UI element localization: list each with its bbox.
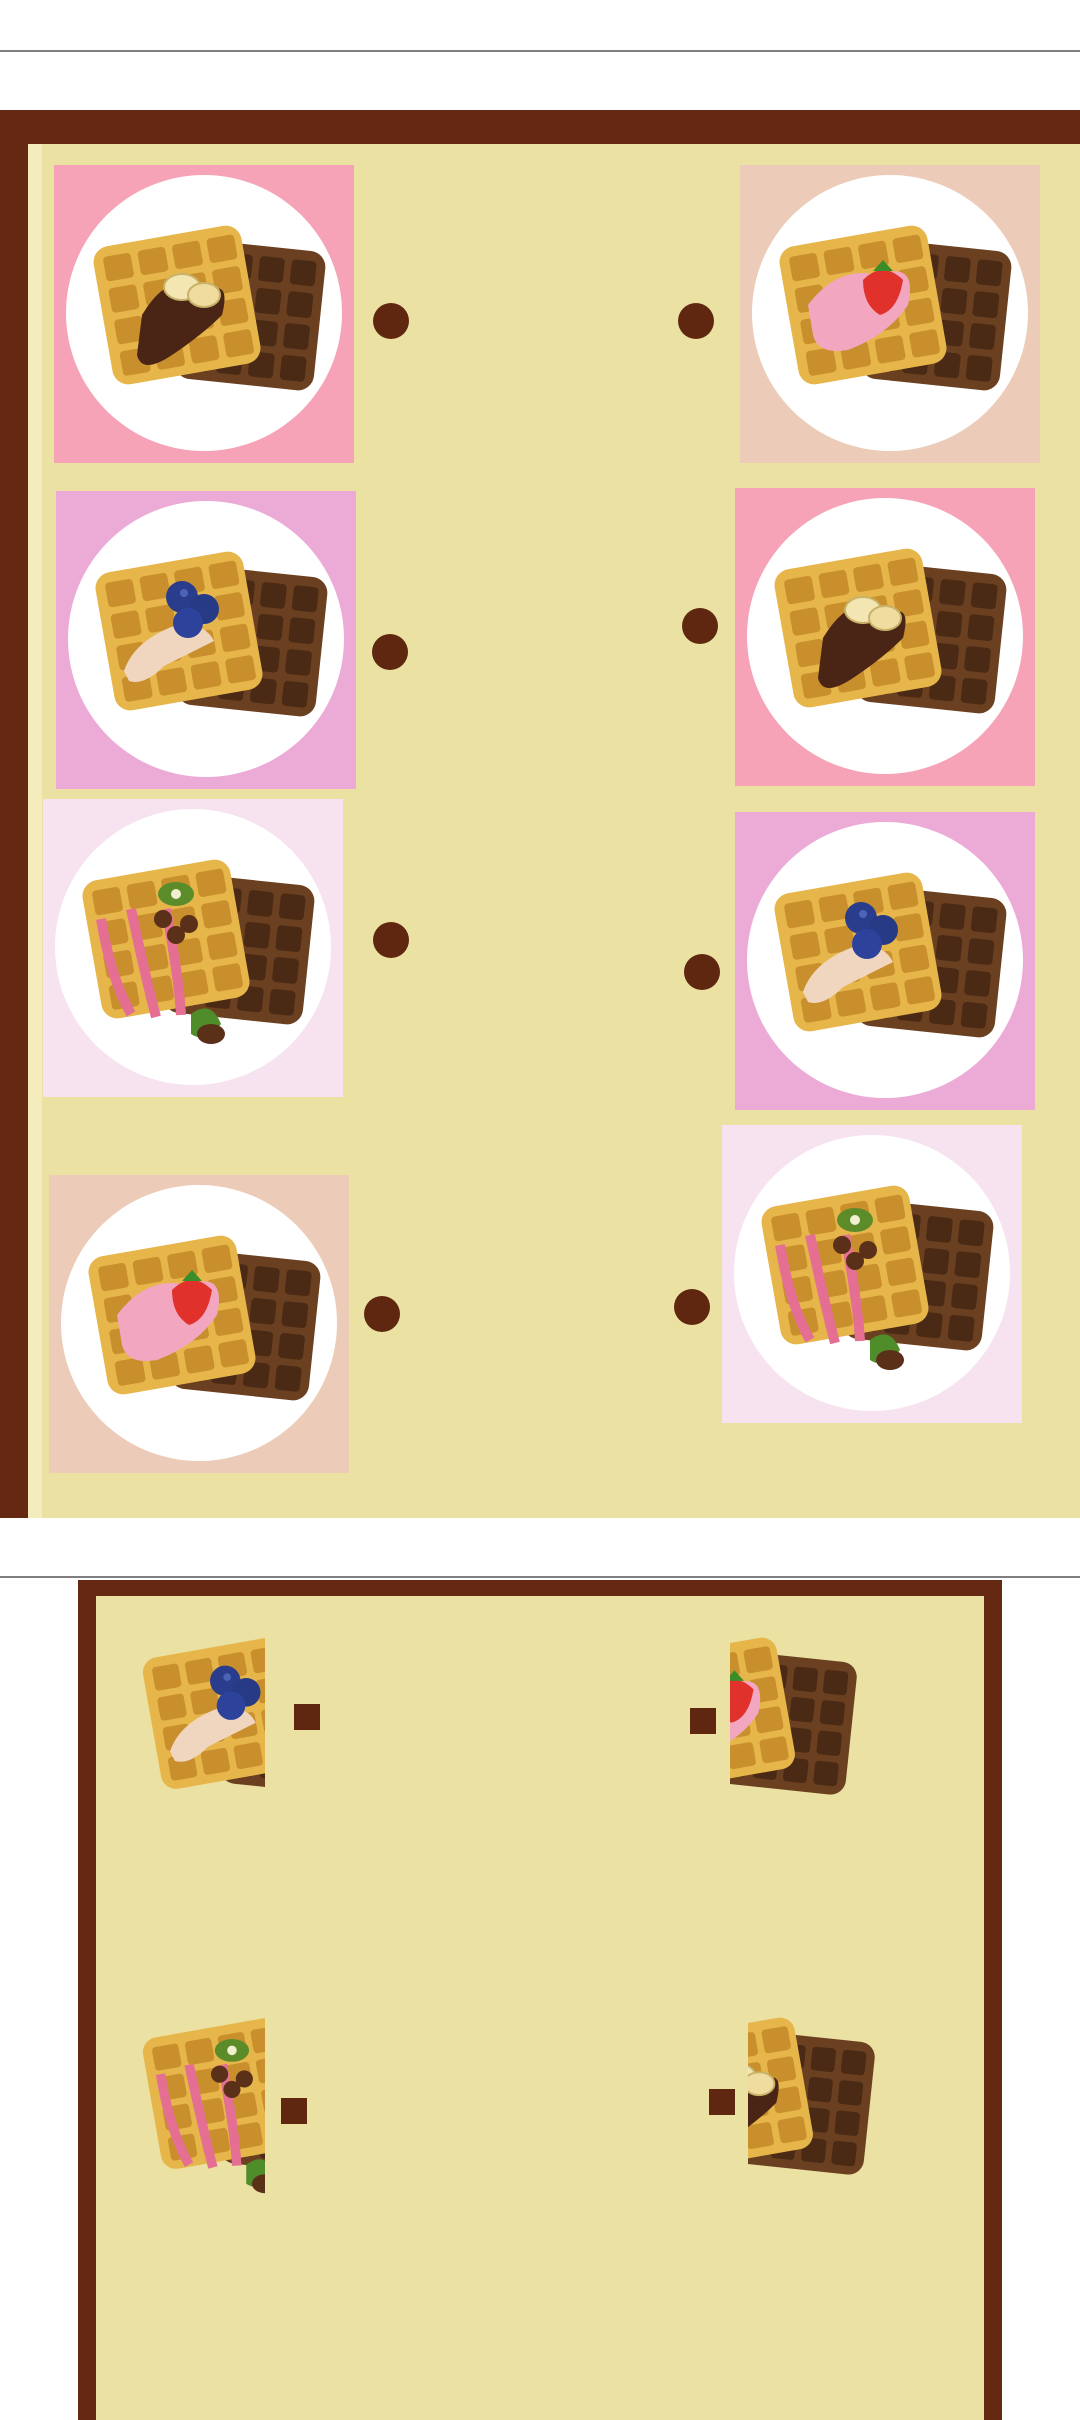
left-connector-square-1[interactable] <box>294 1704 320 1730</box>
left-waffle-half-2[interactable] <box>131 1998 265 2198</box>
banana-chocolate-icon <box>774 548 1007 714</box>
blueberry-cream-icon <box>774 872 1007 1038</box>
strawberry-cream-icon <box>730 1637 857 1795</box>
plate <box>734 1135 1010 1411</box>
right-waffle-card-4[interactable] <box>722 1125 1022 1423</box>
strawberry-cream-icon <box>779 225 1012 391</box>
banana-chocolate-icon <box>748 2017 875 2175</box>
kiwi-hazelnut-icon <box>761 1185 994 1370</box>
left-waffle-half-1[interactable] <box>131 1618 265 1818</box>
right-waffle-half-1[interactable] <box>730 1618 864 1818</box>
divider-middle <box>0 1576 1080 1578</box>
left-waffle-card-4[interactable] <box>49 1175 349 1473</box>
plate <box>752 175 1028 451</box>
banana-chocolate-icon <box>93 225 326 391</box>
left-waffle-card-1[interactable] <box>54 165 354 463</box>
right-connector-square-1[interactable] <box>690 1708 716 1734</box>
plate <box>55 809 331 1085</box>
right-waffle-card-3[interactable] <box>735 812 1035 1110</box>
left-connector-square-2[interactable] <box>281 2098 307 2124</box>
right-connector-dot-4[interactable] <box>674 1289 710 1325</box>
plate <box>747 822 1023 1098</box>
right-connector-dot-2[interactable] <box>682 608 718 644</box>
kiwi-hazelnut-icon <box>82 859 315 1044</box>
left-connector-dot-4[interactable] <box>364 1296 400 1332</box>
plate <box>747 498 1023 774</box>
blueberry-cream-icon <box>142 1637 265 1795</box>
kiwi-hazelnut-icon <box>142 2017 265 2194</box>
left-waffle-card-2[interactable] <box>56 491 356 789</box>
strawberry-cream-icon <box>88 1235 321 1401</box>
left-waffle-card-3[interactable] <box>43 799 343 1097</box>
right-connector-dot-3[interactable] <box>684 954 720 990</box>
left-connector-dot-1[interactable] <box>373 303 409 339</box>
right-waffle-card-2[interactable] <box>735 488 1035 786</box>
right-connector-dot-1[interactable] <box>678 303 714 339</box>
divider-top <box>0 50 1080 52</box>
plate <box>66 175 342 451</box>
plate <box>68 501 344 777</box>
left-connector-dot-3[interactable] <box>373 922 409 958</box>
blueberry-cream-icon <box>95 551 328 717</box>
right-waffle-card-1[interactable] <box>740 165 1040 463</box>
right-waffle-half-2[interactable] <box>748 1998 882 2198</box>
right-connector-square-2[interactable] <box>709 2089 735 2115</box>
plate <box>61 1185 337 1461</box>
left-connector-dot-2[interactable] <box>372 634 408 670</box>
